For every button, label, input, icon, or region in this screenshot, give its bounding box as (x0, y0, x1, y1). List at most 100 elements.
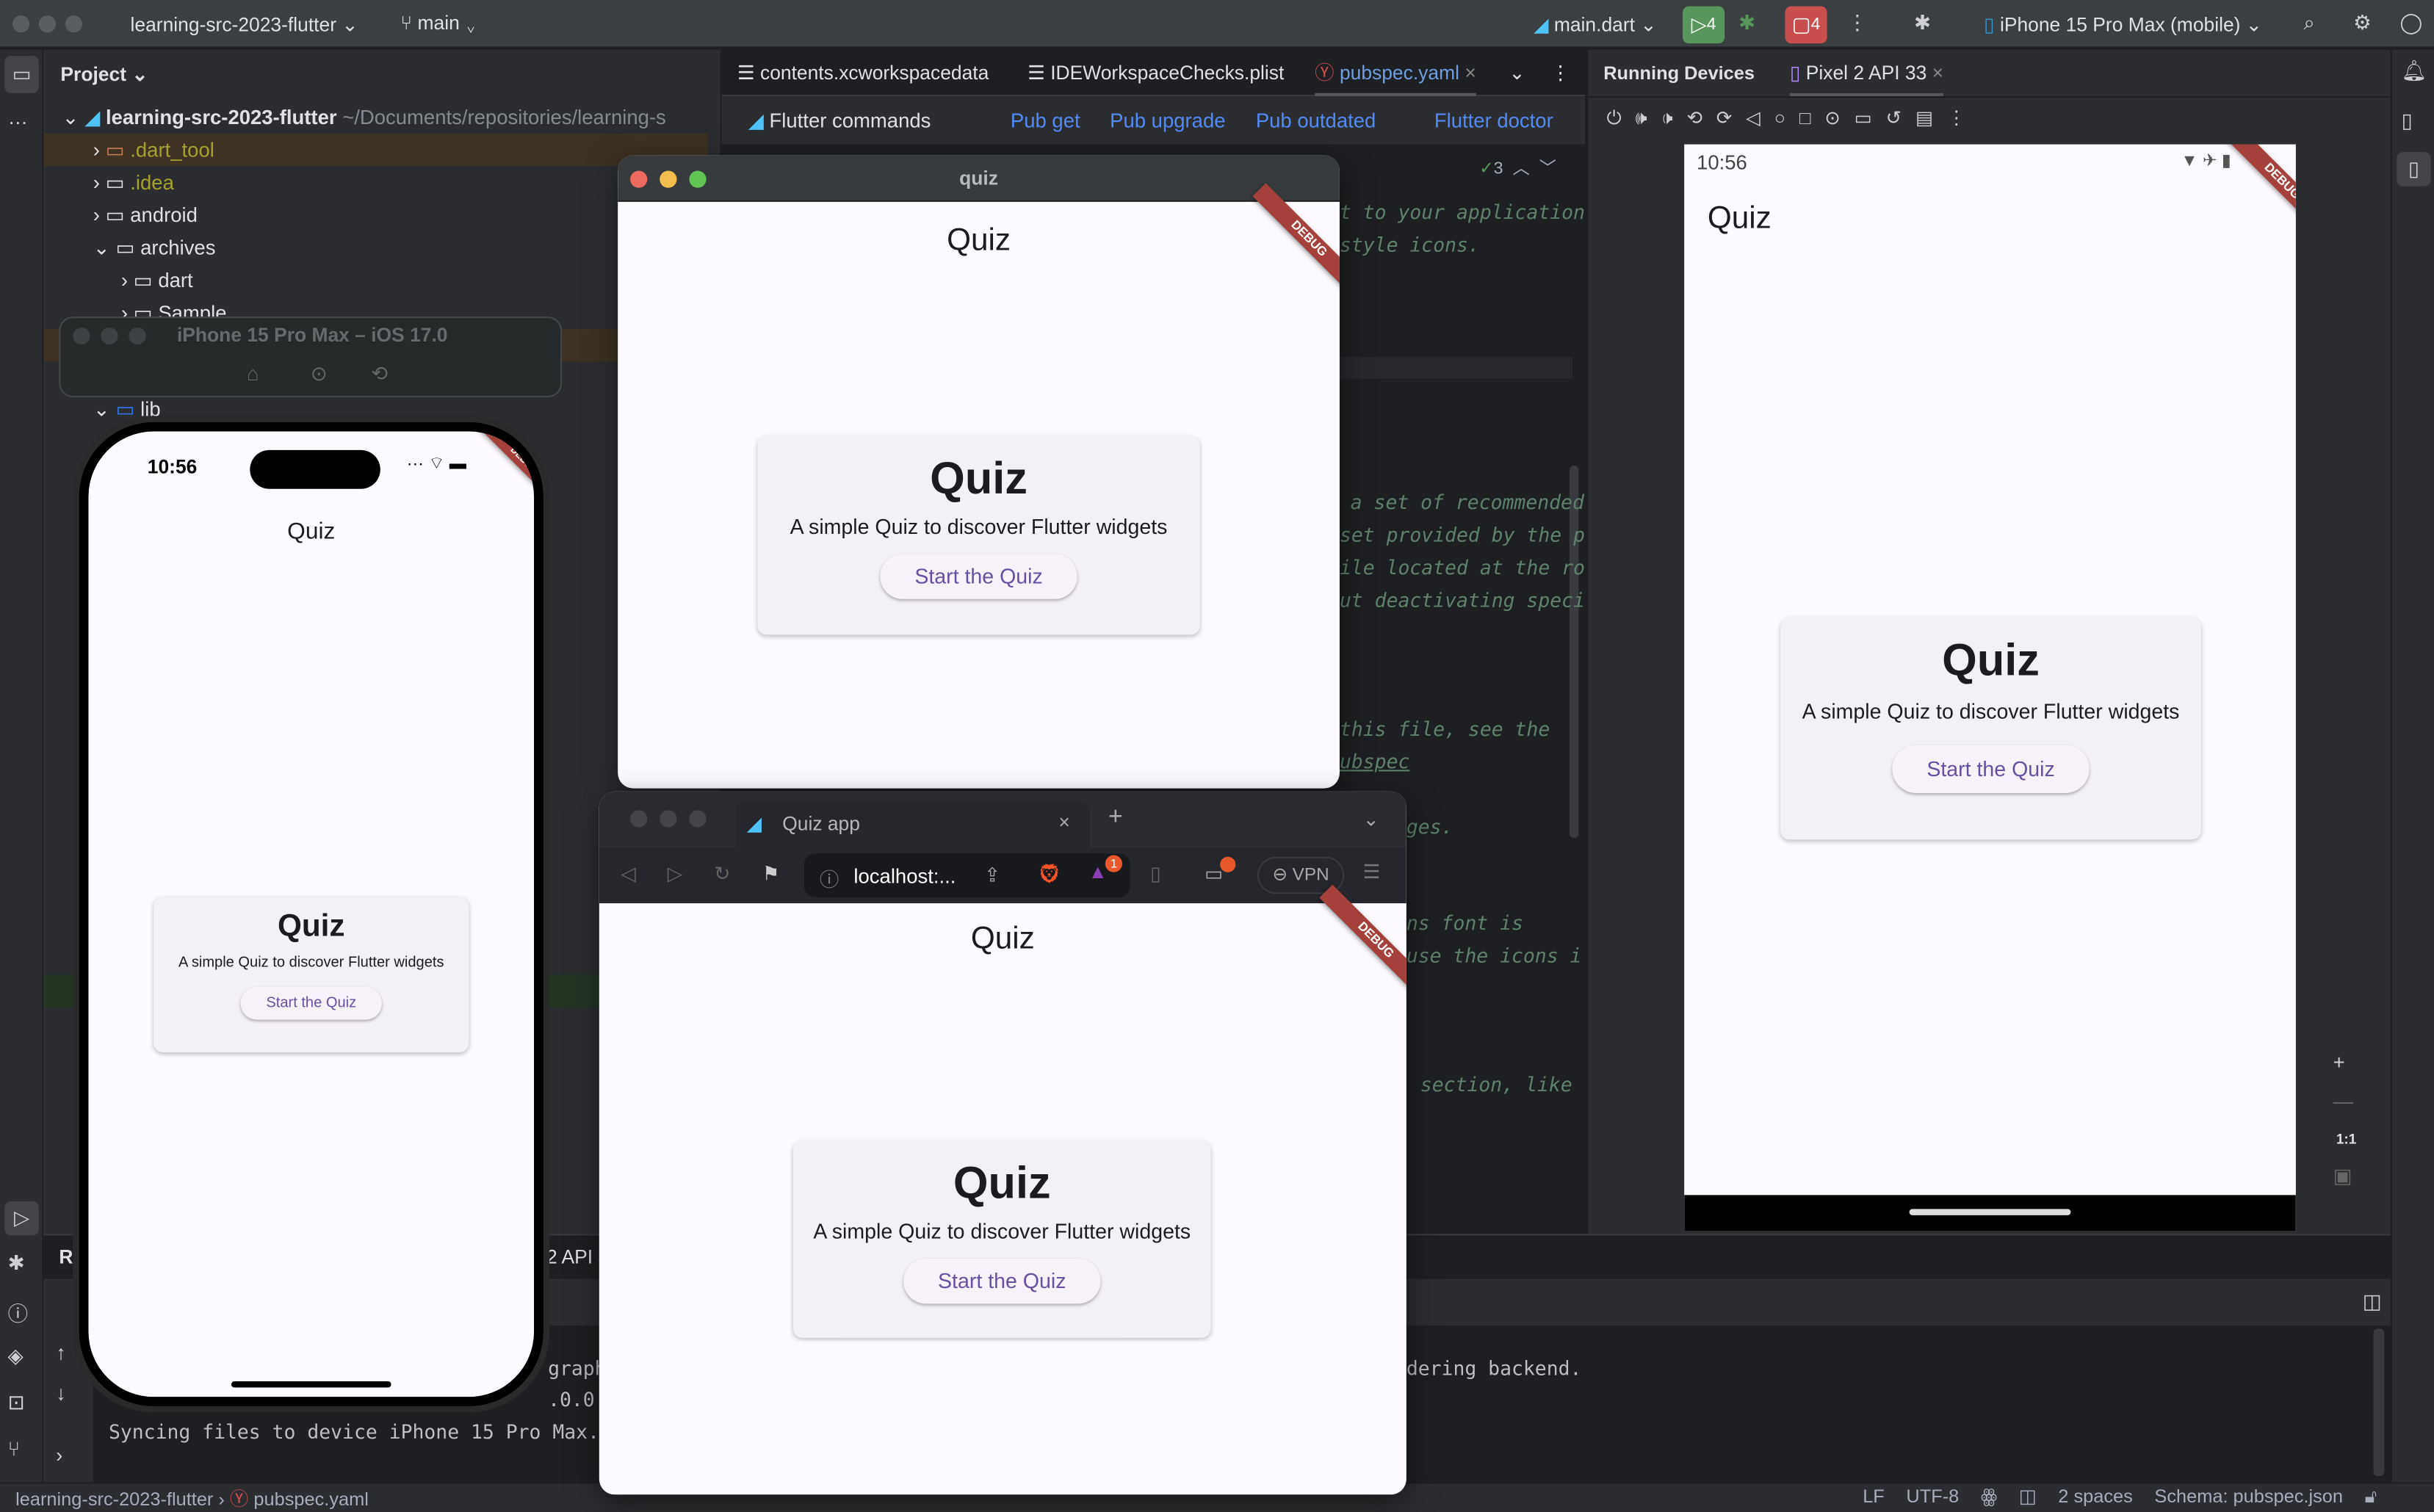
more-icon[interactable]: ⋮ (1847, 11, 1867, 36)
code-line[interactable]: use the icons i (1406, 944, 1582, 967)
overview-icon[interactable]: □ (1799, 107, 1810, 131)
menu-icon[interactable]: ☰ (1363, 860, 1381, 883)
close-icon[interactable]: × (1058, 811, 1069, 833)
tab-contents-xcworkspacedata[interactable]: ☰ contents.xcworkspacedata (737, 50, 989, 96)
problems-icon[interactable]: ⓘ (8, 1298, 29, 1327)
code-line[interactable]: a set of recommended (1351, 491, 1584, 514)
brave-shields-icon[interactable]: 🦁︎ (1037, 863, 1062, 886)
brave-rewards-icon[interactable]: ▲ (1088, 861, 1108, 883)
services-icon[interactable]: ◈ (8, 1344, 24, 1369)
screenrecord-icon[interactable]: ▭ (1855, 107, 1872, 131)
editor-scrollbar[interactable] (1569, 466, 1579, 839)
tabs-more-icon[interactable]: ⋮ (1550, 50, 1570, 96)
device-manager-icon[interactable]: ▯ (2402, 109, 2413, 134)
code-line[interactable]: ges. (1406, 815, 1453, 839)
running-devices-icon[interactable]: ▯ (2397, 152, 2431, 187)
volume-down-icon[interactable]: 🕩 (1661, 107, 1673, 131)
reset-icon[interactable]: ↺ (1886, 107, 1902, 131)
tab-list-icon[interactable]: ⌄ (1363, 807, 1379, 831)
info-icon[interactable]: ⓘ (820, 863, 839, 892)
scroll-up-icon[interactable]: ↑ (56, 1341, 66, 1364)
fit-screen-icon[interactable]: ▣ (2333, 1164, 2352, 1189)
code-line[interactable]: ns font is (1406, 911, 1523, 935)
code-line[interactable]: t to your application (1340, 200, 1585, 224)
android-screen[interactable]: 10:56 ▼ ✈ ▮ DEBUG Quiz Quiz A simple Qui… (1684, 144, 2296, 1231)
account-icon[interactable]: ◯ (2399, 11, 2422, 36)
iphone-screen[interactable]: 10:56 ··· ⌔ ▬ DEBUG Quiz Quiz A simple Q… (88, 431, 535, 1397)
tree-item-dart-tool[interactable]: › ▭ .dart_tool (43, 133, 708, 167)
forward-icon[interactable]: ▷ (668, 861, 682, 885)
project-panel-title[interactable]: Project ⌄ (60, 62, 148, 86)
rotate-right-icon[interactable]: ⟳ (1716, 107, 1732, 131)
tab-pubspec-yaml[interactable]: Ⓨ pubspec.yaml × (1315, 50, 1476, 97)
power-icon[interactable]: ⏻ (1606, 107, 1621, 131)
breadcrumb-project[interactable]: learning-src-2023-flutter (15, 1489, 213, 1511)
schema[interactable]: Schema: pubspec.json (2154, 1486, 2343, 1509)
start-quiz-button[interactable]: Start the Quiz (1892, 745, 2090, 793)
more-tools-icon[interactable]: … (8, 106, 28, 129)
rotate-icon[interactable]: ⟲ (371, 361, 388, 386)
project-selector[interactable]: learning-src-2023-flutter ⌄ (131, 12, 358, 36)
start-quiz-button[interactable]: Start the Quiz (880, 554, 1077, 599)
line-separator[interactable]: LF (1863, 1486, 1885, 1509)
camera-icon[interactable]: ⊙ (1824, 107, 1840, 131)
notifications-icon[interactable]: 🔔︎ (2402, 59, 2427, 84)
encoding[interactable]: UTF-8 (1906, 1486, 1959, 1509)
snapshot-icon[interactable]: ▤ (1915, 107, 1933, 131)
tree-item-android[interactable]: › ▭ android (93, 199, 198, 231)
indent[interactable]: 2 spaces (2058, 1486, 2133, 1509)
run-tool-icon[interactable]: ▷ (4, 1201, 39, 1236)
window-controls[interactable] (630, 810, 707, 828)
back-icon[interactable]: ◁ (621, 861, 635, 885)
code-line[interactable]: style icons. (1340, 233, 1480, 256)
home-icon[interactable]: ⌂ (247, 361, 259, 385)
tree-item-idea[interactable]: › ▭ .idea (93, 166, 174, 198)
folder-icon[interactable]: ▭ (4, 56, 39, 93)
zoom-in-icon[interactable]: + (2333, 1051, 2345, 1074)
console-scrollbar[interactable] (2373, 1328, 2385, 1476)
zoom-out-icon[interactable]: — (2333, 1090, 2353, 1113)
close-icon[interactable]: × (1932, 62, 1943, 84)
sidebar-icon[interactable]: ▯ (1150, 861, 1161, 885)
close-icon[interactable]: × (1465, 62, 1476, 84)
breadcrumb-file[interactable]: pubspec.yaml (253, 1489, 368, 1511)
code-link[interactable]: ubspec (1340, 750, 1409, 773)
scroll-down-icon[interactable]: ↓ (56, 1381, 66, 1405)
pub-upgrade-link[interactable]: Pub upgrade (1110, 109, 1225, 132)
start-quiz-button[interactable]: Start the Quiz (241, 987, 381, 1020)
new-tab-icon[interactable]: + (1108, 804, 1123, 832)
tree-root[interactable]: ⌄ ◢ learning-src-2023-flutter ~/Document… (62, 101, 666, 133)
start-quiz-button[interactable]: Start the Quiz (903, 1259, 1100, 1304)
reload-icon[interactable]: ↻ (714, 861, 730, 885)
git-icon[interactable]: ⑂ (8, 1437, 21, 1461)
home-icon[interactable]: ○ (1774, 107, 1785, 131)
flutter-doctor-link[interactable]: Flutter doctor (1434, 109, 1553, 132)
code-line[interactable]: set provided by the p (1340, 523, 1585, 546)
debug-tool-icon[interactable]: ✱ (8, 1251, 25, 1276)
browser-tab[interactable]: ◢ Quiz app × (735, 800, 1090, 847)
tree-item-dart[interactable]: › ▭ dart (121, 264, 193, 296)
code-line[interactable]: this file, see the (1340, 717, 1550, 740)
zoom-actual-size[interactable]: 1:1 (2336, 1132, 2357, 1147)
code-line[interactable]: ut deactivating speci (1340, 588, 1585, 612)
code-line[interactable]: ile located at the ro (1340, 556, 1585, 579)
volume-up-icon[interactable]: 🕪 (1636, 107, 1647, 131)
back-icon[interactable]: ◁ (1746, 107, 1761, 131)
tab-pixel-2[interactable]: ▯ Pixel 2 API 33 × (1789, 50, 1944, 97)
device-selector[interactable]: ▯ iPhone 15 Pro Max (mobile) ⌄ (1984, 12, 2262, 36)
window-controls[interactable] (73, 327, 146, 345)
gear-icon[interactable]: ⚙ (2353, 11, 2372, 36)
tree-item-archives[interactable]: ⌄ ▭ archives (93, 231, 216, 264)
more-icon[interactable]: ⋮ (1947, 107, 1965, 131)
stop-button[interactable]: ▢ 4 (1785, 6, 1827, 44)
layout-icon[interactable]: ◫ (2363, 1289, 2382, 1314)
screenshot-icon[interactable]: ⊙ (311, 361, 328, 386)
home-gesture-handle[interactable] (1909, 1209, 2071, 1215)
window-controls[interactable] (12, 15, 83, 33)
debug-icon[interactable]: ✱ (1738, 11, 1755, 36)
terminal-icon[interactable]: ⊡ (8, 1391, 25, 1416)
search-icon[interactable]: ⌕ (2303, 11, 2314, 36)
tab-ideworkspacechecks[interactable]: ☰ IDEWorkspaceChecks.plist (1028, 50, 1284, 96)
inspection-widget[interactable]: ✓3 ︿ ﹀ (1479, 155, 1556, 180)
tree-item-sample[interactable]: › ▭ Sample (121, 297, 227, 318)
